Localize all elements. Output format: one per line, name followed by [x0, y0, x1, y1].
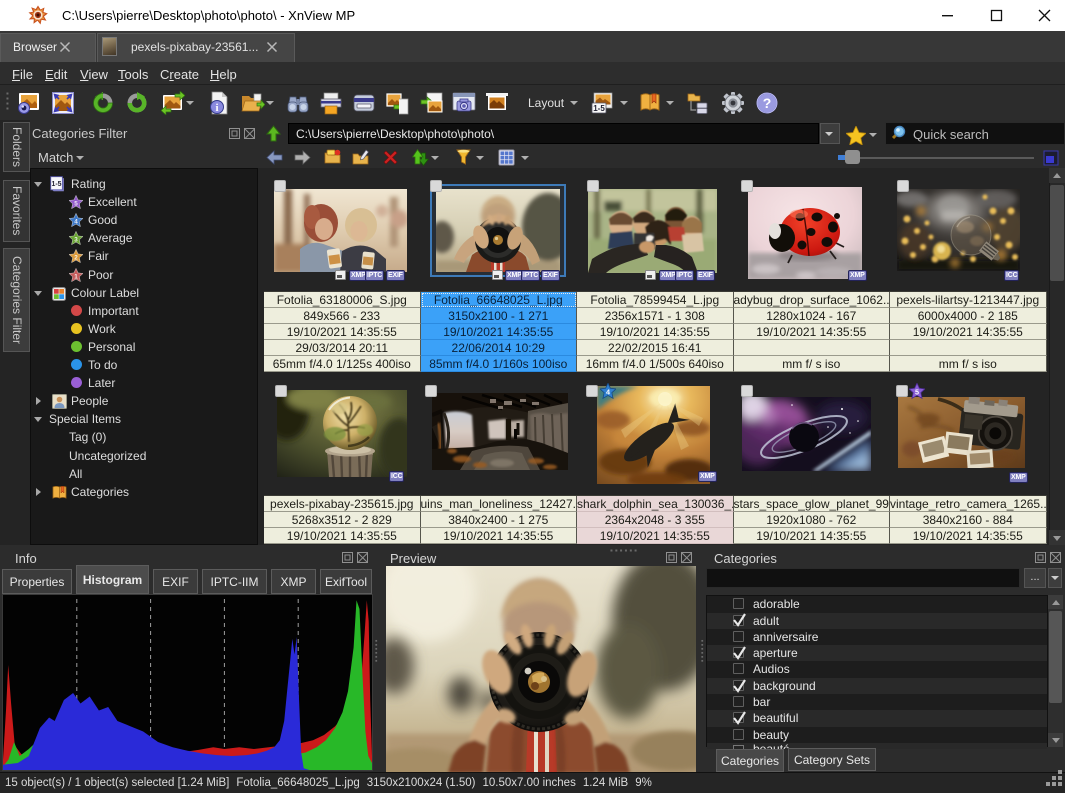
svg-text:2: 2 [74, 255, 78, 262]
svg-text:1-5: 1-5 [52, 181, 62, 188]
svg-text:?: ? [763, 95, 772, 111]
svg-text:1: 1 [74, 273, 78, 280]
svg-text:4: 4 [606, 387, 610, 396]
svg-text:1-5: 1-5 [593, 104, 605, 113]
svg-text:3: 3 [74, 237, 78, 244]
svg-text:5: 5 [74, 201, 78, 208]
svg-text:5: 5 [915, 387, 919, 396]
svg-text:i: i [215, 102, 218, 114]
svg-text:4: 4 [74, 219, 78, 226]
